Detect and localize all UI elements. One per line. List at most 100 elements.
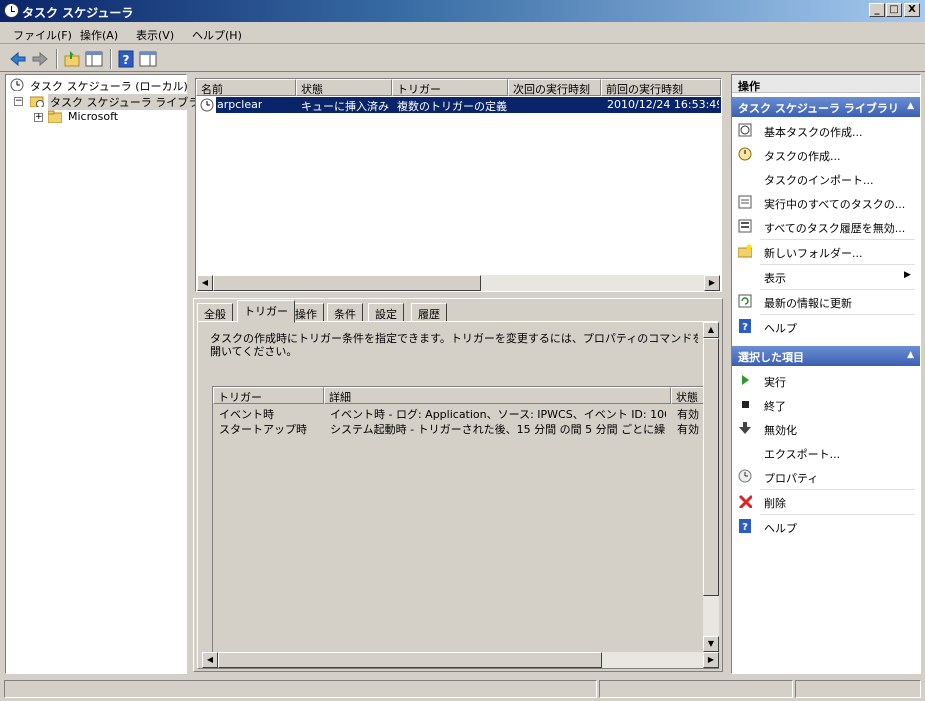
trigger-table: トリガー 詳細 状態 イベント時 イベント時 - ログ: Application… [212, 386, 704, 666]
menu-help[interactable]: ヘルプ(H) [192, 27, 242, 43]
menu-view[interactable]: 表示(V) [136, 27, 174, 43]
collapse-icon[interactable]: − [14, 97, 23, 106]
action-help-selected[interactable]: ? ヘルプ [736, 516, 916, 538]
action-properties[interactable]: プロパティ [736, 466, 916, 488]
column-header-next-run[interactable]: 次回の実行時刻 [508, 79, 601, 96]
show-hide-console-tree-icon[interactable] [84, 49, 104, 69]
action-export[interactable]: エクスポート... [736, 442, 916, 464]
cell-state: 有効 [677, 423, 699, 436]
forward-arrow-icon[interactable] [30, 49, 50, 69]
run-icon [742, 375, 749, 385]
vertical-scrollbar[interactable]: ▲ ▼ [703, 322, 719, 652]
expand-icon[interactable]: + [34, 113, 43, 122]
cell-detail: システム起動時 - トリガーされた後、15 分間 の間 5 分間 ごとに繰り..… [330, 423, 666, 436]
action-disable-history[interactable]: すべてのタスク履歴を無効... [736, 216, 916, 238]
action-view[interactable]: 表示 ▶ [736, 266, 916, 288]
task-details: 全般 トリガー 操作 条件 設定 履歴 タスクの作成時にトリガー条件を指定できま… [193, 298, 723, 672]
cell-trigger: 複数のトリガーの定義 [397, 100, 507, 113]
tree-item-root[interactable]: タスク スケジューラ (ローカル) [6, 77, 188, 93]
scroll-thumb[interactable] [218, 652, 602, 668]
up-folder-icon[interactable] [62, 49, 82, 69]
action-delete[interactable]: 削除 [736, 491, 916, 513]
action-display-running-tasks[interactable]: 実行中のすべてのタスクの... [736, 192, 916, 214]
section-header-selected-item[interactable]: 選択した項目 ▲ [732, 346, 920, 366]
scroll-right-icon[interactable]: ▶ [704, 275, 720, 291]
task-clock-icon [200, 98, 214, 112]
column-header-detail[interactable]: 詳細 [324, 387, 671, 404]
section-header-library[interactable]: タスク スケジューラ ライブラリ ▲ [732, 97, 920, 117]
scroll-up-icon[interactable]: ▲ [703, 322, 719, 338]
column-header-name[interactable]: 名前 [196, 79, 296, 96]
tab-general[interactable]: 全般 [197, 303, 233, 322]
history-icon [738, 219, 752, 233]
column-header-last-run[interactable]: 前回の実行時刻 [601, 79, 721, 96]
tab-triggers[interactable]: トリガー [237, 300, 295, 323]
action-create-basic-task[interactable]: 基本タスクの作成... [736, 120, 916, 142]
svg-text:?: ? [742, 522, 748, 533]
title-bar: タスク スケジューラ _ □ X [0, 0, 925, 22]
cell-trigger: スタートアップ時 [219, 423, 307, 436]
column-header-status[interactable]: 状態 [296, 79, 392, 96]
tree-label-library: タスク スケジューラ ライブラリ [48, 94, 213, 110]
properties-icon [738, 469, 752, 483]
tree-item-library[interactable]: − タスク スケジューラ ライブラリ [6, 93, 213, 110]
action-create-task[interactable]: タスクの作成... [736, 144, 916, 166]
table-row[interactable]: イベント時 イベント時 - ログ: Application、ソース: IPWCS… [213, 405, 703, 421]
tree-label-microsoft: Microsoft [68, 110, 119, 123]
scroll-left-icon[interactable]: ◀ [197, 275, 213, 291]
stop-icon [742, 401, 749, 408]
column-header-trigger[interactable]: トリガー [213, 387, 324, 404]
refresh-icon [738, 294, 752, 308]
action-refresh[interactable]: 最新の情報に更新 [736, 291, 916, 313]
table-row[interactable]: スタートアップ時 システム起動時 - トリガーされた後、15 分間 の間 5 分… [213, 420, 703, 436]
show-hide-action-pane-icon[interactable] [138, 49, 158, 69]
trigger-description-line2: 開いてください。 [210, 345, 298, 358]
disable-icon [739, 422, 751, 434]
tab-history[interactable]: 履歴 [411, 303, 447, 322]
divider [760, 514, 915, 515]
action-disable[interactable]: 無効化 [736, 418, 916, 440]
scroll-down-icon[interactable]: ▼ [703, 636, 719, 652]
close-button[interactable]: X [904, 3, 920, 17]
scroll-thumb[interactable] [703, 338, 719, 596]
create-task-icon [738, 147, 752, 161]
section-title: タスク スケジューラ ライブラリ [738, 102, 899, 115]
minimize-button[interactable]: _ [869, 3, 885, 17]
cell-last-run: 2010/12/24 16:53:49 [607, 98, 719, 111]
toolbar-separator [56, 49, 58, 69]
tab-conditions[interactable]: 条件 [327, 303, 363, 322]
horizontal-scrollbar[interactable]: ◀ ▶ [197, 275, 720, 291]
action-help[interactable]: ? ヘルプ [736, 316, 916, 338]
column-header-state[interactable]: 状態 [671, 387, 704, 404]
tab-settings[interactable]: 設定 [368, 303, 404, 322]
basic-task-icon [738, 123, 752, 137]
action-new-folder[interactable]: 新しいフォルダー... [736, 241, 916, 263]
collapse-arrow-icon[interactable]: ▲ [907, 101, 914, 111]
scroll-left-icon[interactable]: ◀ [202, 652, 218, 668]
new-folder-icon [738, 244, 752, 258]
divider [760, 239, 915, 240]
scroll-thumb[interactable] [213, 275, 481, 291]
status-pane-3 [795, 680, 921, 698]
horizontal-scrollbar[interactable]: ◀ ▶ [202, 652, 719, 668]
divider [760, 314, 915, 315]
column-header-trigger[interactable]: トリガー [392, 79, 508, 96]
collapse-arrow-icon[interactable]: ▲ [907, 350, 914, 360]
menu-file[interactable]: ファイル(F) [13, 27, 72, 43]
actions-header: 操作 [732, 75, 920, 93]
svg-text:?: ? [123, 53, 130, 67]
action-end[interactable]: 終了 [736, 394, 916, 416]
maximize-button[interactable]: □ [886, 3, 902, 17]
section-title: 選択した項目 [738, 351, 804, 364]
cell-name: arpclear [217, 98, 263, 111]
menu-action[interactable]: 操作(A) [80, 27, 118, 43]
tree-item-microsoft[interactable]: + Microsoft [6, 109, 186, 125]
back-arrow-icon[interactable] [8, 49, 28, 69]
menu-bar: ファイル(F) 操作(A) 表示(V) ヘルプ(H) [0, 22, 925, 44]
scroll-right-icon[interactable]: ▶ [703, 652, 719, 668]
table-row[interactable]: arpclear キューに挿入済み 複数のトリガーの定義 2010/12/24 … [216, 97, 721, 113]
status-pane-main [4, 680, 597, 698]
help-icon[interactable]: ? [116, 49, 136, 69]
action-import-task[interactable]: タスクのインポート... [736, 168, 916, 190]
action-run[interactable]: 実行 [736, 370, 916, 392]
